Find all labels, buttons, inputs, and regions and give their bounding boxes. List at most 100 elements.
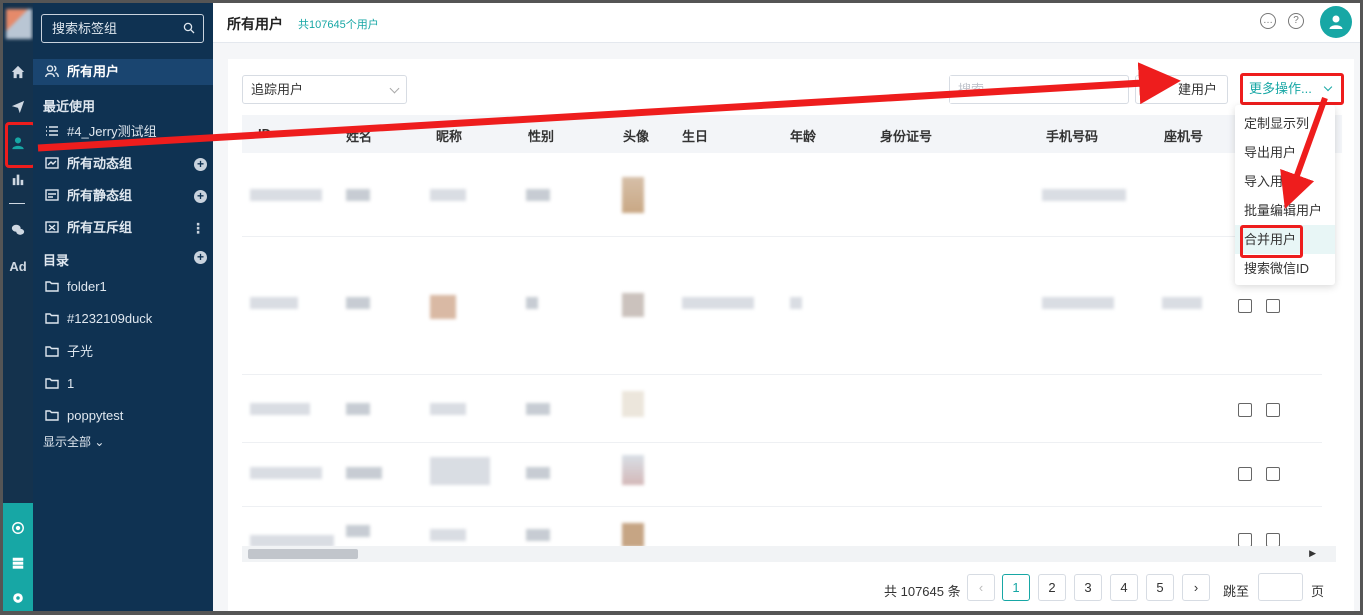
menu-item-import-users[interactable]: 导入用户 bbox=[1235, 167, 1335, 196]
redacted-cell bbox=[250, 467, 322, 479]
redacted-cell bbox=[250, 189, 322, 201]
page-title: 所有用户 bbox=[227, 16, 283, 32]
user-count: 共107645个用户 bbox=[298, 19, 379, 31]
server-icon[interactable] bbox=[8, 553, 28, 573]
column-header[interactable]: 生日 bbox=[682, 126, 708, 145]
menu-item-export-users[interactable]: 导出用户 bbox=[1235, 138, 1335, 167]
chevron-down-icon bbox=[1323, 82, 1333, 92]
add-tag-icon[interactable] bbox=[1266, 533, 1280, 547]
user-avatar-icon bbox=[1329, 15, 1343, 29]
redacted-cell bbox=[346, 467, 382, 479]
redacted-cell bbox=[790, 297, 802, 309]
table-row[interactable] bbox=[242, 507, 1322, 547]
add-tag-icon[interactable] bbox=[1266, 403, 1280, 417]
search-icon[interactable] bbox=[183, 22, 195, 34]
avatar-image bbox=[622, 523, 644, 547]
folder-item[interactable]: poppytest bbox=[33, 403, 213, 429]
column-header[interactable]: 身份证号 bbox=[880, 126, 932, 145]
edit-icon[interactable] bbox=[1238, 533, 1252, 547]
page-button[interactable]: 3 bbox=[1074, 574, 1102, 601]
page-button[interactable]: 4 bbox=[1110, 574, 1138, 601]
redacted-cell bbox=[346, 297, 370, 309]
tag-group-search-input[interactable] bbox=[42, 15, 177, 42]
edit-icon[interactable] bbox=[1238, 467, 1252, 481]
table-row[interactable] bbox=[242, 443, 1322, 507]
more-actions-button[interactable]: 更多操作... bbox=[1240, 73, 1344, 105]
edit-icon[interactable] bbox=[1238, 403, 1252, 417]
table-row[interactable] bbox=[242, 375, 1322, 443]
folder-label: folder1 bbox=[67, 279, 107, 294]
column-header[interactable]: 性别 bbox=[528, 126, 554, 145]
folder-icon bbox=[45, 405, 59, 421]
redacted-cell bbox=[346, 525, 370, 537]
home-icon[interactable] bbox=[8, 62, 28, 82]
bar-chart-icon[interactable] bbox=[8, 169, 28, 189]
sidebar-item-exclusive-groups[interactable]: 所有互斥组 ⋮ bbox=[33, 215, 213, 241]
jump-label: 跳至 bbox=[1223, 584, 1250, 599]
column-header[interactable]: 昵称 bbox=[436, 126, 462, 145]
redacted-cell bbox=[526, 467, 550, 479]
settings-gear-icon[interactable] bbox=[8, 588, 28, 608]
redacted-cell bbox=[430, 189, 466, 201]
user-search[interactable] bbox=[949, 75, 1129, 104]
page-button[interactable]: 5 bbox=[1146, 574, 1174, 601]
page-button[interactable]: 1 bbox=[1002, 574, 1030, 601]
add-static-group-icon[interactable]: + bbox=[194, 190, 207, 203]
menu-item-search-wechat-id[interactable]: 搜索微信ID bbox=[1235, 254, 1335, 283]
sidebar-item-label: #4_Jerry测试组 bbox=[67, 124, 157, 139]
page-button[interactable]: 2 bbox=[1038, 574, 1066, 601]
menu-item-customize-columns[interactable]: 定制显示列 bbox=[1235, 109, 1335, 138]
more-options-icon[interactable]: ⋮ bbox=[191, 215, 205, 241]
add-tag-icon[interactable] bbox=[1266, 299, 1280, 313]
column-header[interactable]: 年龄 bbox=[790, 126, 816, 145]
prev-page-button[interactable]: ‹ bbox=[967, 574, 995, 601]
folder-label: #1232109duck bbox=[67, 311, 153, 326]
edit-icon[interactable] bbox=[1238, 299, 1252, 313]
folder-item[interactable]: 1 bbox=[33, 371, 213, 397]
app-logo bbox=[6, 9, 32, 39]
create-user-button[interactable]: 建用户 bbox=[1135, 75, 1228, 104]
column-header[interactable]: 手机号码 bbox=[1046, 126, 1098, 145]
folder-label: poppytest bbox=[67, 408, 124, 423]
add-tag-icon[interactable] bbox=[1266, 467, 1280, 481]
chat-icon[interactable]: … bbox=[1260, 13, 1276, 29]
recent-heading: 最近使用 bbox=[43, 99, 96, 114]
jump-page-input[interactable] bbox=[1258, 573, 1303, 601]
horizontal-scrollbar[interactable]: ▶ bbox=[242, 546, 1336, 562]
ad-icon[interactable]: Ad bbox=[8, 257, 28, 277]
support-icon[interactable] bbox=[8, 518, 28, 538]
sidebar-item-recent[interactable]: #4_Jerry测试组 bbox=[33, 119, 213, 145]
sidebar-item-dynamic-groups[interactable]: 所有动态组 + bbox=[33, 151, 213, 177]
scroll-right-icon[interactable]: ▶ bbox=[1309, 548, 1316, 559]
help-icon[interactable]: ? bbox=[1288, 13, 1304, 29]
sidebar-item-static-groups[interactable]: 所有静态组 + bbox=[33, 183, 213, 209]
tag-group-search[interactable] bbox=[41, 14, 204, 43]
table-row[interactable] bbox=[242, 153, 1322, 237]
add-folder-icon[interactable]: + bbox=[194, 251, 207, 264]
folder-item[interactable]: #1232109duck bbox=[33, 306, 213, 332]
menu-item-bulk-edit-users[interactable]: 批量编辑用户 bbox=[1235, 196, 1335, 225]
app-window: Ad 所有用户 最近使用 #4_Jerry测试组 所有动态组 bbox=[3, 3, 1360, 611]
avatar-image bbox=[622, 391, 644, 417]
table-row[interactable] bbox=[242, 237, 1322, 375]
add-dynamic-group-icon[interactable]: + bbox=[194, 158, 207, 171]
redacted-cell bbox=[250, 297, 298, 309]
sidebar-item-all-users[interactable]: 所有用户 bbox=[33, 59, 213, 85]
column-header[interactable]: 姓名 bbox=[346, 126, 372, 145]
folder-item[interactable]: 子光 bbox=[33, 339, 213, 365]
user-filter-select[interactable]: 追踪用户 bbox=[242, 75, 407, 104]
redacted-cell bbox=[1042, 297, 1114, 309]
folder-item[interactable]: folder1 bbox=[33, 274, 213, 300]
column-header[interactable]: ID bbox=[258, 126, 271, 141]
folder-icon bbox=[45, 341, 59, 357]
wechat-icon[interactable] bbox=[8, 220, 28, 240]
send-icon[interactable] bbox=[8, 97, 28, 117]
column-header[interactable]: 座机号 bbox=[1164, 126, 1203, 145]
column-header[interactable]: 头像 bbox=[623, 126, 649, 145]
rail-bottom-tools bbox=[3, 503, 33, 611]
avatar[interactable] bbox=[1320, 6, 1352, 38]
user-search-input[interactable] bbox=[950, 76, 1100, 103]
scrollbar-thumb[interactable] bbox=[248, 549, 358, 559]
next-page-button[interactable]: › bbox=[1182, 574, 1210, 601]
show-all-link[interactable]: 显示全部 ⌄ bbox=[43, 433, 104, 450]
